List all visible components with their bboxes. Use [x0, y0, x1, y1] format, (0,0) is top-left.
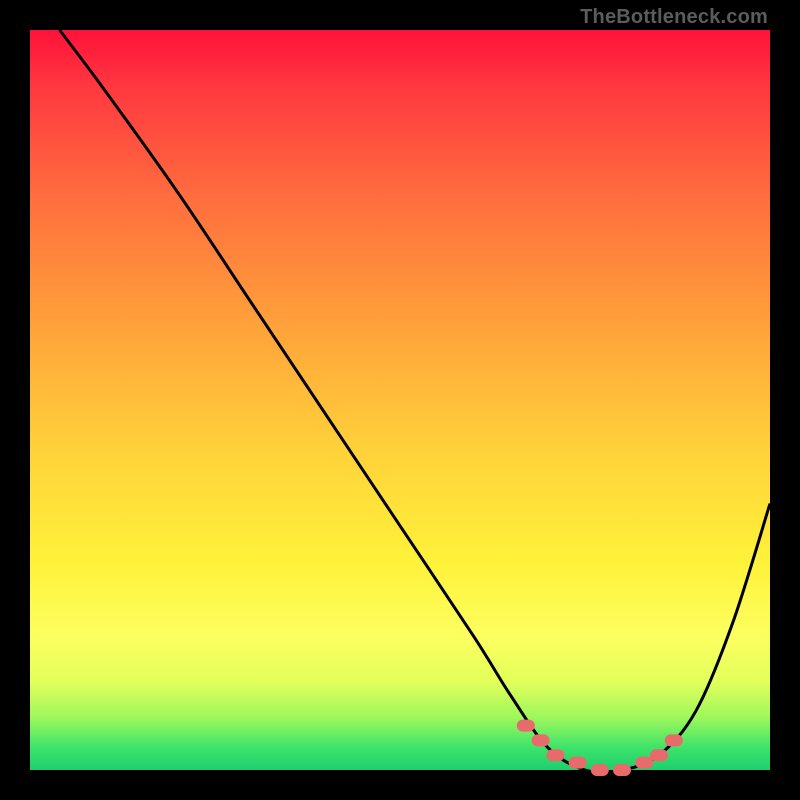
- bottleneck-curve: [60, 30, 770, 772]
- plot-area: [30, 30, 770, 770]
- optimal-marker: [665, 734, 683, 746]
- chart-frame: TheBottleneck.com: [0, 0, 800, 800]
- optimal-marker: [532, 734, 550, 746]
- optimal-marker: [546, 749, 564, 761]
- optimal-marker: [591, 764, 609, 776]
- curve-layer: [30, 30, 770, 770]
- optimal-marker: [650, 749, 668, 761]
- optimal-marker: [569, 757, 587, 769]
- optimal-marker: [517, 720, 535, 732]
- optimal-marker: [635, 757, 653, 769]
- optimal-marker: [613, 764, 631, 776]
- credit-watermark: TheBottleneck.com: [580, 6, 768, 29]
- optimal-range-markers: [517, 720, 683, 776]
